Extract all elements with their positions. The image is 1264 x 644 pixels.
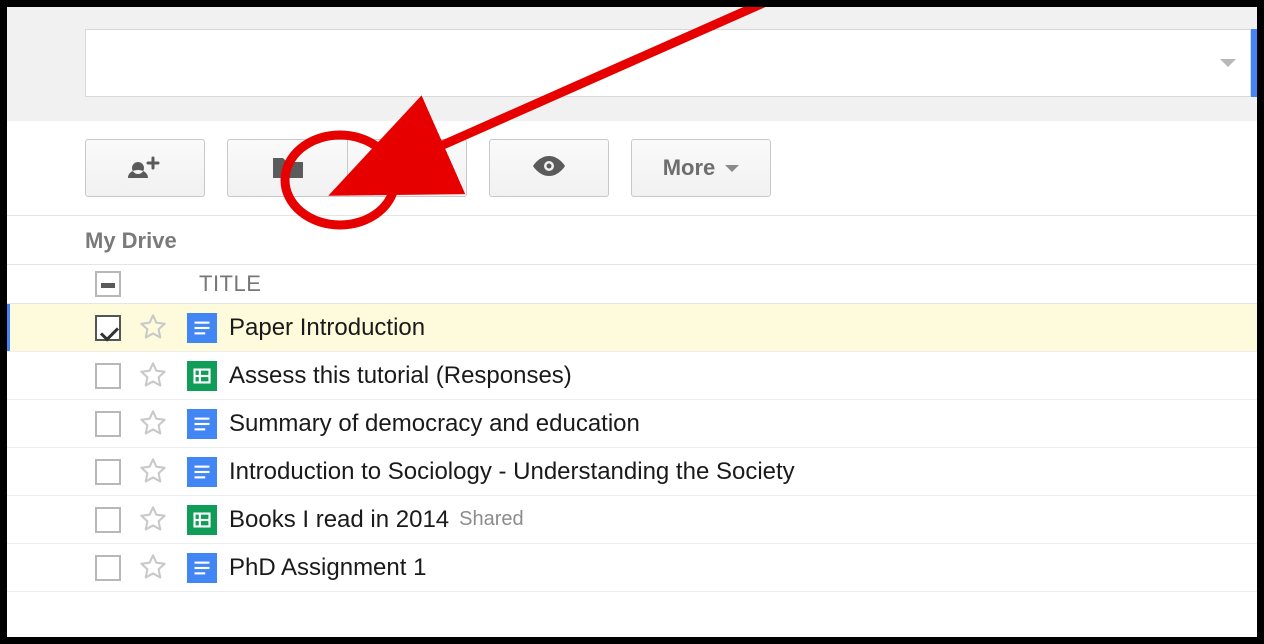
file-title[interactable]: Summary of democracy and education [229, 410, 640, 438]
star-icon[interactable] [139, 505, 169, 535]
move-to-folder-button[interactable] [227, 139, 347, 197]
table-row[interactable]: Introduction to Sociology - Understandin… [7, 448, 1257, 496]
docs-file-icon [187, 313, 217, 343]
file-title[interactable]: PhD Assignment 1 [229, 554, 426, 582]
row-checkbox[interactable] [95, 459, 121, 485]
star-icon[interactable] [139, 409, 169, 439]
table-row[interactable]: Summary of democracy and education [7, 400, 1257, 448]
row-checkbox[interactable] [95, 363, 121, 389]
table-row[interactable]: Assess this tutorial (Responses) [7, 352, 1257, 400]
more-button[interactable]: More [631, 139, 771, 197]
row-checkbox[interactable] [95, 555, 121, 581]
search-bar-area [7, 7, 1257, 121]
file-title[interactable]: Books I read in 2014 [229, 506, 449, 534]
star-icon[interactable] [139, 313, 169, 343]
shared-badge: Shared [459, 508, 524, 531]
file-title[interactable]: Introduction to Sociology - Understandin… [229, 458, 795, 486]
search-submit-sliver[interactable] [1251, 29, 1257, 97]
action-toolbar: More [7, 121, 1257, 216]
row-checkbox[interactable] [95, 507, 121, 533]
row-checkbox[interactable] [95, 315, 121, 341]
sheets-file-icon [187, 505, 217, 535]
trash-icon [394, 151, 420, 186]
delete-button[interactable] [347, 139, 467, 197]
docs-file-icon [187, 457, 217, 487]
breadcrumb[interactable]: My Drive [7, 216, 1257, 264]
star-icon[interactable] [139, 361, 169, 391]
docs-file-icon [187, 553, 217, 583]
sheets-file-icon [187, 361, 217, 391]
search-options-dropdown-icon[interactable] [1220, 59, 1236, 67]
table-row[interactable]: Books I read in 2014 Shared [7, 496, 1257, 544]
preview-button[interactable] [489, 139, 609, 197]
search-input[interactable] [85, 29, 1251, 97]
share-button[interactable] [85, 139, 205, 197]
person-add-icon [128, 152, 162, 185]
column-header-title[interactable]: TITLE [199, 271, 261, 297]
list-header: TITLE [7, 264, 1257, 304]
eye-icon [531, 154, 567, 183]
table-row[interactable]: PhD Assignment 1 [7, 544, 1257, 592]
file-list: Paper Introduction Assess this tutorial (… [7, 304, 1257, 592]
chevron-down-icon [725, 165, 739, 172]
organize-group [227, 139, 467, 197]
folder-icon [271, 152, 305, 185]
docs-file-icon [187, 409, 217, 439]
table-row[interactable]: Paper Introduction [7, 304, 1257, 352]
file-title[interactable]: Assess this tutorial (Responses) [229, 362, 572, 390]
star-icon[interactable] [139, 457, 169, 487]
select-all-checkbox[interactable] [95, 271, 121, 297]
more-label: More [663, 155, 716, 181]
star-icon[interactable] [139, 553, 169, 583]
file-title[interactable]: Paper Introduction [229, 314, 425, 342]
row-checkbox[interactable] [95, 411, 121, 437]
